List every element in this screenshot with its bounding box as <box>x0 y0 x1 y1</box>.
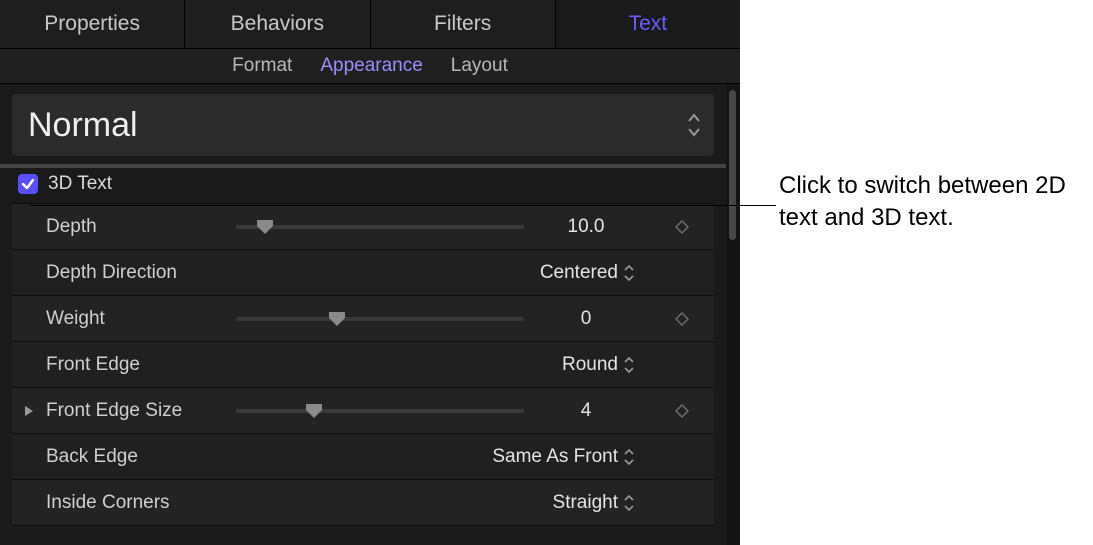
updown-stepper-icon <box>624 448 634 466</box>
subtab-appearance[interactable]: Appearance <box>320 55 422 77</box>
row-weight: ▶ Weight 0 <box>12 296 714 342</box>
control-front-edge-size: 4 <box>236 388 650 433</box>
checkbox-3d-text[interactable] <box>18 174 38 194</box>
row-front-edge-size: Front Edge Size 4 <box>12 388 714 434</box>
disclosure-triangle-icon <box>24 405 34 417</box>
control-depth: 10.0 <box>236 204 650 249</box>
keyframe-weight[interactable] <box>650 312 714 326</box>
slider-front-edge-size[interactable] <box>236 402 524 420</box>
slider-track <box>236 409 524 413</box>
updown-stepper-icon <box>624 264 634 282</box>
popup-value-text: Straight <box>553 492 618 514</box>
slider-track <box>236 225 524 229</box>
row-depth-direction: ▶ Depth Direction Centered <box>12 250 714 296</box>
label-front-edge-size: Front Edge Size <box>46 400 236 422</box>
inspector-body-content: Normal 3D Text <box>0 84 726 545</box>
callout-text: Click to switch between 2D text and 3D t… <box>779 170 1079 235</box>
popup-value-text: Centered <box>540 262 618 284</box>
popup-value-text: Same As Front <box>492 446 618 468</box>
slider-thumb[interactable] <box>305 404 323 418</box>
popup-depth-direction[interactable]: Centered <box>540 262 636 284</box>
slider-thumb[interactable] <box>328 312 346 326</box>
disclosure-front-edge-size[interactable] <box>12 405 46 417</box>
control-depth-direction: Centered <box>236 250 650 295</box>
text-subtab-row: Format Appearance Layout <box>0 48 740 84</box>
updown-stepper-icon <box>624 494 634 512</box>
value-weight[interactable]: 0 <box>536 308 636 330</box>
scrollbar-thumb[interactable] <box>729 90 736 240</box>
inspector-tab-row: Properties Behaviors Filters Text <box>0 0 740 48</box>
label-inside-corners: Inside Corners <box>46 492 236 514</box>
inspector-scrollbar[interactable] <box>726 84 740 545</box>
section-divider <box>0 164 726 168</box>
slider-thumb[interactable] <box>256 220 274 234</box>
tab-behaviors[interactable]: Behaviors <box>185 0 370 48</box>
updown-stepper-icon <box>688 112 700 138</box>
inspector-body: Normal 3D Text <box>0 84 740 545</box>
param-rows: ▶ Depth 10.0 <box>12 204 714 526</box>
keyframe-front-edge-size[interactable] <box>650 404 714 418</box>
popup-front-edge[interactable]: Round <box>562 354 636 376</box>
subtab-layout[interactable]: Layout <box>451 55 508 77</box>
tab-filters[interactable]: Filters <box>371 0 556 48</box>
subtab-format[interactable]: Format <box>232 55 292 77</box>
section-title-3d-text: 3D Text <box>48 173 112 195</box>
row-depth: ▶ Depth 10.0 <box>12 204 714 250</box>
popup-back-edge[interactable]: Same As Front <box>492 446 636 468</box>
slider-depth[interactable] <box>236 218 524 236</box>
style-preset-label: Normal <box>28 106 138 145</box>
label-depth-direction: Depth Direction <box>46 262 236 284</box>
row-inside-corners: ▶ Inside Corners Straight <box>12 480 714 526</box>
tab-properties[interactable]: Properties <box>0 0 185 48</box>
label-back-edge: Back Edge <box>46 446 236 468</box>
control-inside-corners: Straight <box>236 480 650 525</box>
value-depth[interactable]: 10.0 <box>536 216 636 238</box>
popup-inside-corners[interactable]: Straight <box>553 492 636 514</box>
callout-leader-line <box>30 205 776 206</box>
label-front-edge: Front Edge <box>46 354 236 376</box>
row-back-edge: ▶ Back Edge Same As Front <box>12 434 714 480</box>
row-front-edge: ▶ Front Edge Round <box>12 342 714 388</box>
control-weight: 0 <box>236 296 650 341</box>
inspector-panel: Properties Behaviors Filters Text Format… <box>0 0 740 545</box>
section-header-3d-text: 3D Text <box>12 164 714 204</box>
updown-stepper-icon <box>624 356 634 374</box>
slider-track <box>236 317 524 321</box>
slider-weight[interactable] <box>236 310 524 328</box>
popup-value-text: Round <box>562 354 618 376</box>
value-front-edge-size[interactable]: 4 <box>536 400 636 422</box>
control-back-edge: Same As Front <box>236 434 650 479</box>
keyframe-depth[interactable] <box>650 220 714 234</box>
style-preset-popup[interactable]: Normal <box>12 94 714 156</box>
control-front-edge: Round <box>236 342 650 387</box>
label-weight: Weight <box>46 308 236 330</box>
label-depth: Depth <box>46 216 236 238</box>
tab-text[interactable]: Text <box>556 0 740 48</box>
